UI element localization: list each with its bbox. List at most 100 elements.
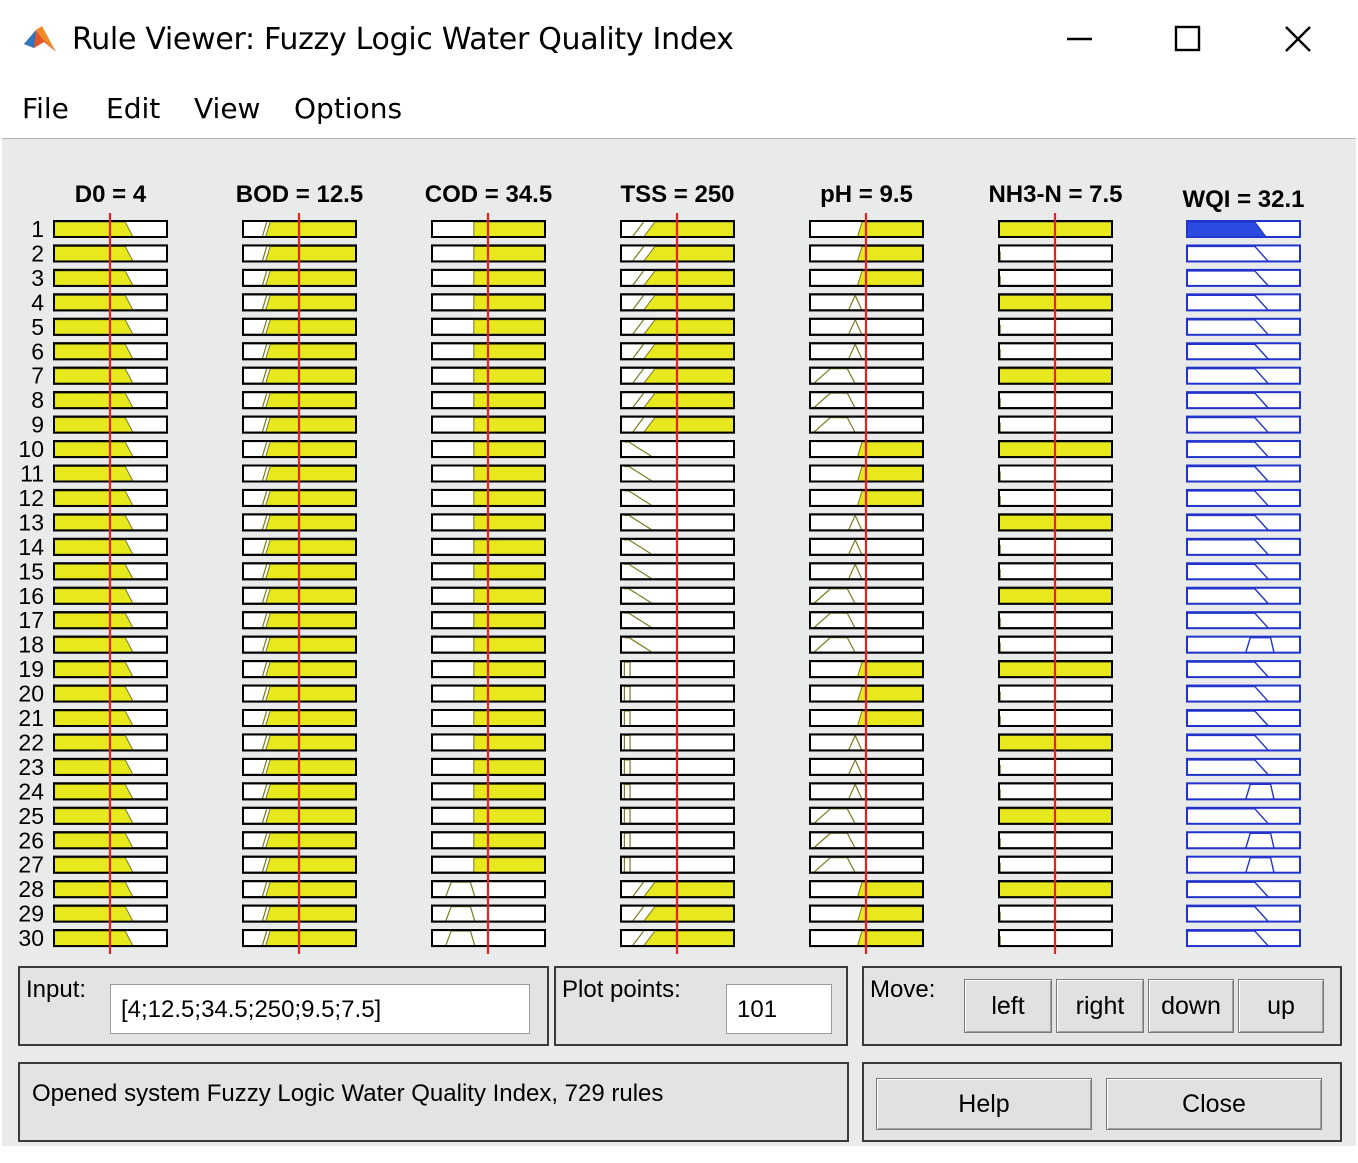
variable-header: NH3-N = 7.5	[988, 181, 1122, 208]
close-icon[interactable]	[1268, 14, 1328, 64]
mf-fill	[642, 881, 735, 898]
rule-number: 4	[31, 289, 44, 315]
mf-fill	[473, 612, 546, 629]
rule-viewer-window: Rule Viewer: Fuzzy Logic Water Quality I…	[0, 0, 1358, 1163]
rule-output-box	[1186, 317, 1301, 336]
rule-number: 11	[20, 461, 44, 487]
rule-number: 30	[18, 925, 44, 951]
mf-fill	[264, 392, 357, 409]
rules-plot-area: D0 = 4 BOD = 12.5 COD = 34.5 TSS = 250 pH = …	[18, 181, 1305, 954]
mf-fill	[53, 710, 134, 727]
mf-fill	[473, 466, 546, 482]
move-down-button[interactable]: down	[1148, 979, 1234, 1033]
rule-number: 10	[18, 436, 44, 462]
mf-fill	[264, 270, 357, 287]
plot-points-panel: Plot points: 101	[554, 966, 848, 1046]
mf-fill	[53, 490, 134, 507]
mf-fill	[473, 563, 546, 580]
mf-fill	[264, 637, 357, 654]
mf-fill	[264, 612, 357, 629]
input-field[interactable]: [4;12.5;34.5;250;9.5;7.5]	[110, 984, 530, 1034]
mf-fill	[473, 637, 546, 654]
help-button[interactable]: Help	[876, 1078, 1092, 1130]
mf-fill	[856, 710, 924, 727]
mf-fill	[264, 783, 357, 800]
rule-output-box	[1186, 586, 1301, 605]
mf-fill	[264, 832, 357, 849]
menu-bar: File Edit View Options	[0, 80, 1358, 136]
mf-fill	[642, 368, 735, 385]
rule-number: 1	[31, 216, 44, 242]
mf-fill	[264, 245, 357, 262]
rule-number: 3	[31, 265, 44, 291]
mf-fill	[473, 368, 546, 385]
rule-output-box	[1186, 904, 1301, 923]
menu-edit[interactable]: Edit	[106, 92, 160, 125]
mf-fill	[642, 294, 735, 311]
move-label: Move:	[870, 976, 936, 1003]
mf-fill	[264, 368, 357, 385]
move-up-button[interactable]: up	[1238, 979, 1324, 1033]
mf-fill	[53, 661, 134, 678]
minimize-icon[interactable]	[1050, 14, 1110, 64]
rule-output-box	[1186, 342, 1301, 361]
rule-output-box	[1186, 684, 1301, 703]
mf-fill	[473, 734, 546, 751]
mf-fill	[53, 392, 134, 409]
plot-points-field[interactable]: 101	[726, 984, 832, 1034]
mf-fill	[53, 783, 134, 800]
move-right-button[interactable]: right	[1056, 979, 1144, 1033]
rule-number: 9	[31, 412, 44, 438]
mf-fill	[264, 930, 357, 947]
rule-output-box	[1186, 537, 1301, 556]
move-left-button[interactable]: left	[964, 979, 1052, 1033]
mf-fill	[53, 881, 134, 898]
rule-output-box	[1186, 562, 1301, 581]
rule-number: 14	[18, 534, 44, 560]
mf-fill	[53, 270, 134, 287]
rule-number: 29	[18, 901, 44, 927]
mf-fill	[642, 392, 735, 409]
menu-file[interactable]: File	[22, 92, 69, 125]
mf-fill	[264, 490, 357, 507]
mf-fill	[473, 392, 546, 409]
mf-fill	[53, 368, 134, 385]
mf-fill	[53, 734, 134, 751]
plot-points-label: Plot points:	[562, 976, 681, 1003]
rule-output-box	[1186, 806, 1301, 825]
mf-fill	[473, 221, 546, 238]
mf-fill	[856, 930, 924, 947]
menu-view[interactable]: View	[194, 92, 260, 125]
mf-fill	[856, 490, 924, 507]
status-panel: Opened system Fuzzy Logic Water Quality …	[18, 1062, 849, 1142]
rule-number: 6	[31, 338, 44, 364]
mf-fill	[473, 294, 546, 311]
close-button[interactable]: Close	[1106, 1078, 1322, 1130]
mf-fill	[53, 930, 134, 947]
mf-fill	[473, 857, 546, 874]
mf-fill	[473, 270, 546, 287]
menu-options[interactable]: Options	[294, 92, 402, 125]
mf-fill	[264, 441, 357, 458]
rule-number: 25	[18, 803, 44, 829]
rule-output-box	[1186, 244, 1301, 263]
mf-fill	[53, 637, 134, 654]
rule-number: 20	[18, 681, 44, 707]
mf-fill	[264, 881, 357, 898]
title-bar[interactable]: Rule Viewer: Fuzzy Logic Water Quality I…	[0, 0, 1358, 78]
mf-fill	[642, 417, 735, 434]
move-panel: Move: left right down up	[862, 966, 1342, 1046]
rule-output-box	[1186, 293, 1301, 312]
mf-fill	[264, 563, 357, 580]
rule-number: 7	[31, 363, 44, 389]
mf-fill	[53, 832, 134, 849]
rule-number: 19	[18, 656, 44, 682]
mf-fill	[264, 808, 357, 825]
mf-fill	[642, 906, 735, 923]
rule-output-box	[1186, 513, 1301, 532]
mf-fill	[642, 319, 735, 336]
mf-fill	[473, 661, 546, 678]
maximize-icon[interactable]	[1158, 14, 1218, 64]
mf-fill	[53, 221, 134, 238]
mf-fill	[264, 906, 357, 923]
